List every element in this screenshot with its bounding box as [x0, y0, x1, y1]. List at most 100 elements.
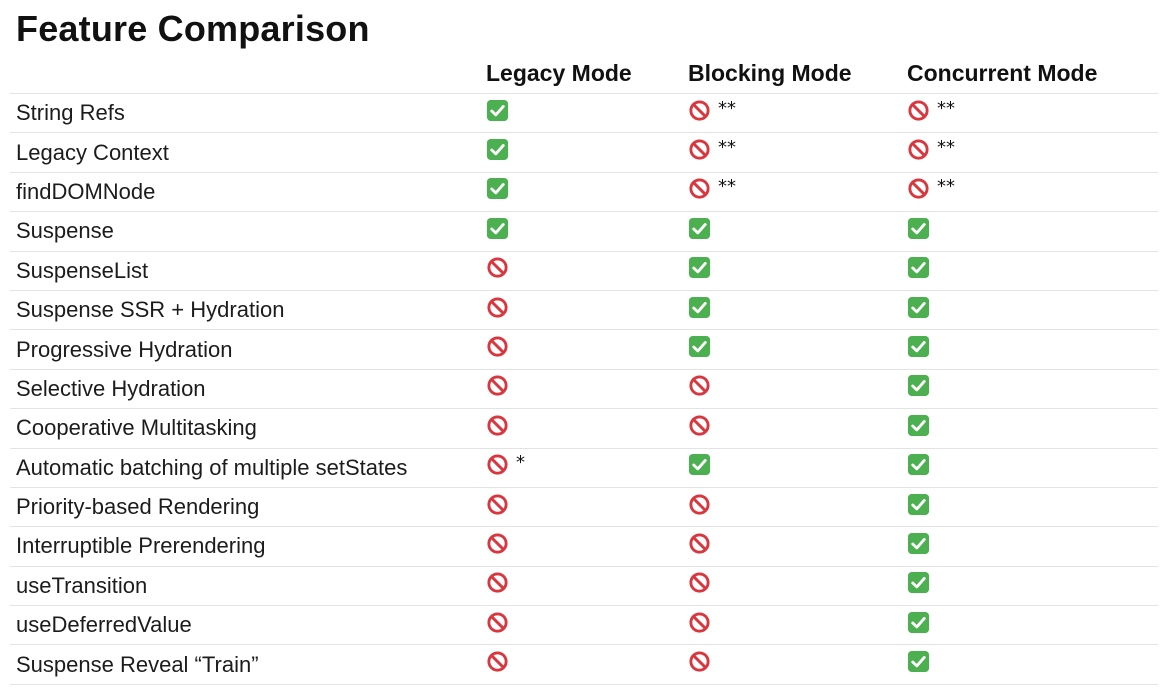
feature-comparison-page: Feature Comparison Legacy Mode Blocking …	[0, 0, 1167, 700]
support-cell-legacy-mode	[480, 211, 682, 252]
support-indicator	[688, 453, 711, 476]
check-icon	[486, 217, 509, 240]
support-cell-blocking-mode	[682, 526, 901, 567]
footnote-marker: **	[718, 137, 736, 159]
table-row: useTransition	[10, 566, 1158, 607]
support-cell-legacy-mode	[480, 487, 682, 528]
table-row: Interruptible Prerendering	[10, 526, 1158, 567]
support-cell-blocking-mode	[682, 251, 901, 291]
no-entry-icon	[486, 296, 509, 319]
no-entry-icon	[688, 374, 711, 397]
no-entry-icon	[486, 374, 509, 397]
support-indicator	[486, 217, 509, 240]
table-row: Automatic batching of multiple setStates…	[10, 448, 1158, 488]
support-cell-concurrent-mode	[901, 644, 1158, 685]
support-cell-concurrent-mode	[901, 566, 1158, 607]
check-icon	[907, 493, 930, 516]
support-cell-blocking-mode	[682, 448, 901, 488]
support-cell-blocking-mode: **	[682, 132, 901, 173]
support-indicator: **	[907, 137, 955, 161]
check-icon	[907, 571, 930, 594]
support-indicator	[907, 532, 930, 555]
support-cell-blocking-mode	[682, 605, 901, 646]
feature-name: Automatic batching of multiple setStates	[10, 448, 480, 488]
support-cell-concurrent-mode	[901, 487, 1158, 528]
feature-name: Interruptible Prerendering	[10, 526, 480, 567]
no-entry-icon	[486, 650, 509, 673]
feature-name: Cooperative Multitasking	[10, 408, 480, 449]
no-entry-icon	[907, 99, 930, 122]
support-indicator	[907, 296, 930, 319]
no-entry-icon	[688, 493, 711, 516]
support-indicator	[907, 493, 930, 516]
table-row: Suspense Reveal “Train”	[10, 644, 1158, 685]
support-indicator: **	[688, 137, 736, 161]
support-indicator	[486, 571, 509, 594]
support-cell-concurrent-mode: **	[901, 132, 1158, 173]
footnote-marker: **	[937, 97, 955, 119]
check-icon	[907, 611, 930, 634]
column-header-blocking-mode: Blocking Mode	[682, 54, 901, 94]
support-cell-concurrent-mode: **	[901, 172, 1158, 213]
support-cell-concurrent-mode	[901, 605, 1158, 646]
no-entry-icon	[486, 414, 509, 437]
support-indicator	[486, 493, 509, 516]
support-cell-blocking-mode	[682, 644, 901, 685]
support-indicator	[486, 650, 509, 673]
no-entry-icon	[486, 571, 509, 594]
support-cell-concurrent-mode: **	[901, 93, 1158, 134]
no-entry-icon	[486, 493, 509, 516]
support-indicator	[486, 374, 509, 397]
support-indicator	[907, 217, 930, 240]
check-icon	[688, 335, 711, 358]
check-icon	[907, 414, 930, 437]
footnote-marker: **	[718, 97, 736, 119]
no-entry-icon	[688, 571, 711, 594]
support-indicator	[907, 611, 930, 634]
support-indicator	[688, 611, 711, 634]
table-header-row: Legacy Mode Blocking Mode Concurrent Mod…	[10, 54, 1158, 94]
support-cell-blocking-mode	[682, 566, 901, 607]
support-indicator	[907, 571, 930, 594]
support-indicator	[486, 335, 509, 358]
support-cell-blocking-mode	[682, 290, 901, 331]
support-indicator	[688, 571, 711, 594]
no-entry-icon	[907, 138, 930, 161]
no-entry-icon	[688, 177, 711, 200]
feature-name: Priority-based Rendering	[10, 487, 480, 528]
no-entry-icon	[688, 650, 711, 673]
no-entry-icon	[688, 414, 711, 437]
check-icon	[907, 453, 930, 476]
support-indicator	[688, 335, 711, 358]
support-cell-legacy-mode	[480, 526, 682, 567]
support-cell-legacy-mode	[480, 132, 682, 173]
feature-name: Suspense SSR + Hydration	[10, 290, 480, 331]
column-header-concurrent-mode: Concurrent Mode	[901, 54, 1158, 94]
support-indicator	[688, 414, 711, 437]
check-icon	[907, 532, 930, 555]
check-icon	[486, 138, 509, 161]
column-header-feature	[10, 54, 480, 94]
footnote-marker: **	[718, 176, 736, 198]
support-indicator	[486, 532, 509, 555]
feature-name: Suspense Reveal “Train”	[10, 644, 480, 685]
check-icon	[907, 650, 930, 673]
feature-name: Selective Hydration	[10, 369, 480, 410]
support-indicator	[688, 374, 711, 397]
no-entry-icon	[486, 611, 509, 634]
support-cell-concurrent-mode	[901, 251, 1158, 291]
no-entry-icon	[486, 335, 509, 358]
support-cell-legacy-mode	[480, 93, 682, 134]
support-cell-legacy-mode	[480, 408, 682, 449]
check-icon	[688, 453, 711, 476]
support-indicator	[907, 335, 930, 358]
feature-name: findDOMNode	[10, 172, 480, 213]
support-cell-blocking-mode	[682, 211, 901, 252]
table-row: String Refs ** **	[10, 93, 1158, 134]
support-indicator: **	[907, 176, 955, 200]
table-row: Suspense SSR + Hydration	[10, 290, 1158, 331]
support-cell-concurrent-mode	[901, 290, 1158, 331]
support-cell-concurrent-mode	[901, 329, 1158, 370]
support-cell-legacy-mode	[480, 605, 682, 646]
no-entry-icon	[486, 532, 509, 555]
